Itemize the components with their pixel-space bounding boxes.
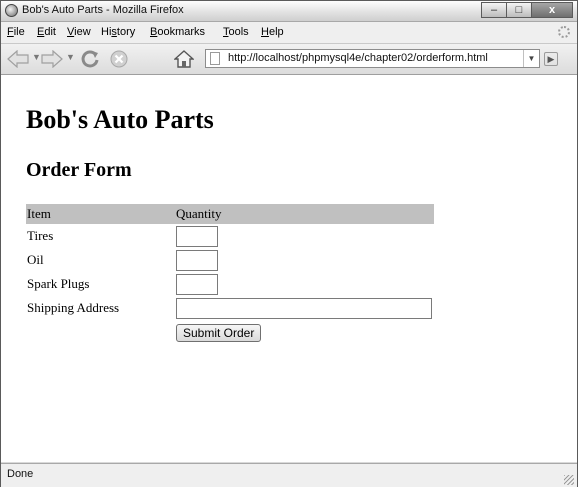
title-bar[interactable]: Bob's Auto Parts - Mozilla Firefox – □ x: [1, 1, 577, 22]
menu-edit[interactable]: Edit: [37, 26, 56, 38]
form-title: Order Form: [26, 159, 132, 181]
maximize-button[interactable]: □: [506, 2, 532, 18]
menu-bar: File Edit View History Bookmarks Tools H…: [1, 22, 577, 44]
column-header-quantity: Quantity: [176, 204, 434, 224]
stop-icon[interactable]: [108, 48, 130, 70]
forward-history-dropdown[interactable]: ▼: [66, 52, 75, 62]
resize-grip-icon[interactable]: [564, 475, 574, 485]
oil-quantity-input[interactable]: [176, 249, 218, 271]
item-label-tires: Tires: [27, 228, 54, 243]
menu-help[interactable]: Help: [261, 26, 284, 38]
firefox-icon: [5, 4, 18, 17]
tires-quantity-input[interactable]: [176, 225, 218, 247]
minimize-button[interactable]: –: [481, 2, 507, 18]
column-header-item: Item: [26, 204, 176, 224]
throbber-icon: [558, 26, 570, 38]
home-icon[interactable]: [173, 48, 195, 70]
submit-order-button[interactable]: Submit Order: [176, 324, 262, 342]
forward-arrow-icon[interactable]: [41, 48, 63, 70]
table-header-row: Item Quantity: [26, 204, 434, 224]
url-dropdown[interactable]: ▼: [523, 50, 539, 67]
table-row: Spark Plugs: [26, 272, 434, 296]
menu-tools[interactable]: Tools: [223, 26, 249, 38]
page-content: Bob's Auto Parts Order Form Item Quantit…: [1, 75, 577, 462]
window-controls: – □ x: [481, 2, 573, 19]
shipping-address-input[interactable]: [176, 297, 432, 319]
page-title: Bob's Auto Parts: [26, 105, 214, 134]
item-label-oil: Oil: [27, 252, 44, 267]
reload-icon[interactable]: [79, 48, 101, 70]
menu-file[interactable]: File: [7, 26, 25, 38]
table-row: Shipping Address: [26, 296, 434, 320]
table-row: Oil: [26, 248, 434, 272]
window-title: Bob's Auto Parts - Mozilla Firefox: [22, 4, 184, 16]
url-text[interactable]: http://localhost/phpmysql4e/chapter02/or…: [228, 52, 488, 64]
table-row: Submit Order: [26, 320, 434, 344]
browser-window: Bob's Auto Parts - Mozilla Firefox – □ x…: [0, 0, 578, 487]
navigation-toolbar: ▼ ▼ http://localhost/phpmysql4e/chapter0…: [1, 44, 577, 75]
item-label-spark-plugs: Spark Plugs: [27, 276, 90, 291]
spark-plugs-quantity-input[interactable]: [176, 273, 218, 295]
status-bar: Done: [1, 463, 577, 487]
menu-bookmarks[interactable]: Bookmarks: [150, 26, 205, 38]
go-icon[interactable]: ▶: [544, 52, 558, 66]
close-button[interactable]: x: [531, 2, 573, 18]
address-bar[interactable]: http://localhost/phpmysql4e/chapter02/or…: [205, 49, 540, 68]
shipping-address-label: Shipping Address: [27, 300, 120, 315]
order-table: Item Quantity Tires Oil Spark Plugs Ship…: [26, 204, 434, 344]
status-text: Done: [7, 468, 34, 480]
menu-view[interactable]: View: [67, 26, 91, 38]
back-history-dropdown[interactable]: ▼: [32, 52, 41, 62]
menu-history[interactable]: History: [101, 26, 135, 38]
back-arrow-icon[interactable]: [7, 48, 29, 70]
table-row: Tires: [26, 224, 434, 248]
page-icon: [210, 52, 220, 65]
